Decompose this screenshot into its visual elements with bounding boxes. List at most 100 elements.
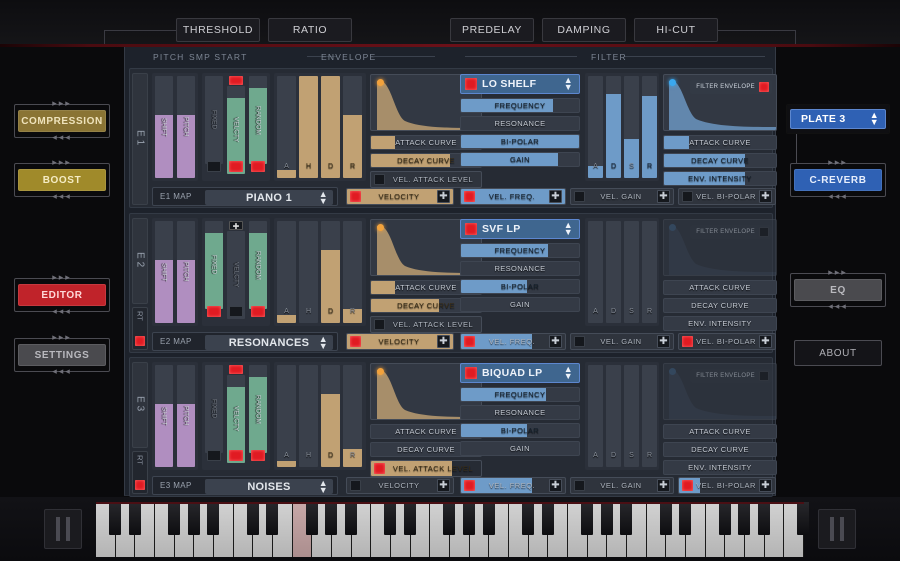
- keyboard-range-right-icon[interactable]: [818, 509, 856, 549]
- pitch-shift-slider-E2[interactable]: SHIFT: [155, 221, 173, 323]
- piano-black-key[interactable]: [325, 502, 338, 535]
- smp-velcty-led-E3[interactable]: [229, 450, 243, 461]
- filter-envelope-toggle-E1[interactable]: FILTER ENVELOPE: [690, 80, 772, 94]
- vel-attack-level-led[interactable]: [374, 319, 385, 330]
- filter-env-a-slider-E1[interactable]: A: [588, 76, 603, 178]
- smp-fixed-led-E3[interactable]: [207, 450, 221, 461]
- smp-random-slider-E1[interactable]: RANDOM: [249, 76, 267, 164]
- map-selector-E3[interactable]: E3 MAP NOISES ▲ ▼: [152, 476, 338, 495]
- vel-bi-polar-toggle-E3-led[interactable]: [682, 480, 693, 491]
- vel-freq-toggle-E3-led[interactable]: [464, 480, 475, 491]
- map-value[interactable]: PIANO 1 ▲ ▼: [205, 189, 333, 205]
- filter-env-intensity-E2[interactable]: ENV. INTENSITY: [663, 316, 777, 331]
- smp-fixed-led-E2[interactable]: [207, 306, 221, 317]
- filter-envelope-handle-E2[interactable]: [669, 224, 676, 231]
- smp-velcty-top-toggle-E1[interactable]: [229, 76, 243, 85]
- filter-env-a-slider-E2[interactable]: A: [588, 221, 603, 323]
- vel-gain-toggle-E1[interactable]: VEL. GAIN ✚: [570, 188, 674, 205]
- filter-attack-curve-E2[interactable]: ATTACK CURVE: [663, 280, 777, 295]
- smp-fixed-slider-E1[interactable]: FIXED: [205, 76, 223, 164]
- amp-env-h-slider-E3[interactable]: H: [299, 365, 318, 467]
- toolbar-button-threshold[interactable]: THRESHOLD: [176, 18, 260, 42]
- velocity-toggle-E1-modulation-icon[interactable]: ✚: [437, 190, 450, 203]
- amp-envelope-handle-E3[interactable]: [377, 368, 384, 375]
- filter-envelope-toggle-led[interactable]: [759, 371, 769, 381]
- vel-gain-toggle-E2-led[interactable]: [574, 336, 585, 347]
- smp-velcty-top-toggle-E3[interactable]: [229, 365, 243, 374]
- filter-env-d-slider-E3[interactable]: D: [606, 365, 621, 467]
- preset-selector[interactable]: PLATE 3 ▲ ▼: [790, 109, 886, 129]
- filter-envelope-toggle-E2[interactable]: FILTER ENVELOPE: [690, 225, 772, 239]
- vel-bi-polar-toggle-E3[interactable]: VEL. BI-POLAR ✚: [678, 477, 776, 494]
- pitch-shift-slider-E3[interactable]: SHIFT: [155, 365, 173, 467]
- filter-envelope-display-E3[interactable]: FILTER ENVELOPE: [663, 363, 777, 420]
- vel-attack-level-E2[interactable]: VEL. ATTACK LEVEL: [370, 316, 482, 333]
- piano-black-key[interactable]: [167, 502, 181, 535]
- piano-black-key[interactable]: [482, 502, 495, 535]
- vel-bi-polar-toggle-E1[interactable]: VEL. BI-POLAR ✚: [678, 188, 776, 205]
- vel-attack-level-E1[interactable]: VEL. ATTACK LEVEL: [370, 171, 482, 188]
- filter-envelope-handle-E3[interactable]: [669, 368, 676, 375]
- filter-decay-curve-E1[interactable]: DECAY CURVE: [663, 153, 777, 168]
- amp-env-d-slider-E3[interactable]: D: [321, 365, 340, 467]
- filter-envelope-display-E2[interactable]: FILTER ENVELOPE: [663, 219, 777, 276]
- filter-env-a-slider-E3[interactable]: A: [588, 365, 603, 467]
- filter-env-r-slider-E3[interactable]: R: [642, 365, 657, 467]
- amp-env-r-slider-E3[interactable]: R: [343, 365, 362, 467]
- piano-black-key[interactable]: [246, 502, 259, 535]
- pitch-pitch-slider-E1[interactable]: PITCH: [177, 76, 195, 178]
- velocity-toggle-E2[interactable]: VELOCITY ✚: [346, 333, 454, 350]
- filter-attack-curve-E3[interactable]: ATTACK CURVE: [663, 424, 777, 439]
- amp-env-d-slider-E2[interactable]: D: [321, 221, 340, 323]
- amp-env-a-slider-E2[interactable]: A: [277, 221, 296, 323]
- vel-attack-level-led[interactable]: [374, 174, 385, 185]
- vel-freq-toggle-E3[interactable]: VEL. FREQ. ✚: [460, 477, 566, 494]
- vel-gain-toggle-E2[interactable]: VEL. GAIN ✚: [570, 333, 674, 350]
- piano-black-key[interactable]: [384, 502, 397, 535]
- smp-fixed-slider-E2[interactable]: FIXED: [205, 221, 223, 309]
- piano-black-key[interactable]: [128, 502, 141, 535]
- smp-velcty-led-E1[interactable]: [229, 161, 243, 172]
- piano-black-key[interactable]: [187, 502, 200, 535]
- smp-fixed-slider-E3[interactable]: FIXED: [205, 365, 223, 453]
- sidebar-item-settings[interactable]: SETTINGS: [18, 344, 106, 366]
- vel-bi-polar-toggle-E2-led[interactable]: [682, 336, 693, 347]
- filter-attack-curve-E1[interactable]: ATTACK CURVE: [663, 135, 777, 150]
- filter-decay-curve-E2[interactable]: DECAY CURVE: [663, 298, 777, 313]
- filter-bi-polar-E2[interactable]: BI-POLAR: [460, 279, 580, 294]
- sidebar-item-eq[interactable]: EQ: [794, 279, 882, 301]
- filter-env-s-slider-E1[interactable]: S: [624, 76, 639, 178]
- filter-envelope-toggle-led[interactable]: [759, 227, 769, 237]
- piano-black-key[interactable]: [541, 502, 554, 535]
- map-selector-E2[interactable]: E2 MAP RESONANCES ▲ ▼: [152, 332, 338, 351]
- amp-env-h-slider-E1[interactable]: H: [299, 76, 318, 178]
- map-selector-E1[interactable]: E1 MAP PIANO 1 ▲ ▼: [152, 187, 338, 206]
- piano-black-key[interactable]: [344, 502, 358, 535]
- amp-env-a-slider-E3[interactable]: A: [277, 365, 296, 467]
- smp-velcty-top-toggle-E2[interactable]: ✚: [229, 221, 243, 231]
- velocity-toggle-E1[interactable]: VELOCITY ✚: [346, 188, 454, 205]
- smp-velcty-led-E2[interactable]: [229, 306, 243, 317]
- vel-freq-toggle-E1-led[interactable]: [464, 191, 475, 202]
- pitch-pitch-slider-E3[interactable]: PITCH: [177, 365, 195, 467]
- filter-env-d-slider-E2[interactable]: D: [606, 221, 621, 323]
- filter-type-selector-E3[interactable]: BIQUAD LP ▲ ▼: [460, 363, 580, 383]
- vel-freq-toggle-E1-modulation-icon[interactable]: ✚: [549, 190, 562, 203]
- velocity-toggle-E2-modulation-icon[interactable]: ✚: [437, 335, 450, 348]
- piano-black-key[interactable]: [620, 502, 633, 535]
- smp-fixed-led-E1[interactable]: [207, 161, 221, 172]
- filter-type-led[interactable]: [465, 367, 477, 379]
- filter-env-r-slider-E1[interactable]: R: [642, 76, 657, 178]
- filter-env-intensity-E1[interactable]: ENV. INTENSITY: [663, 171, 777, 186]
- amp-env-a-slider-E1[interactable]: A: [277, 76, 296, 178]
- vel-freq-toggle-E2-modulation-icon[interactable]: ✚: [549, 335, 562, 348]
- piano-black-key[interactable]: [797, 502, 810, 535]
- filter-envelope-toggle-led[interactable]: [759, 82, 769, 92]
- filter-envelope-toggle-E3[interactable]: FILTER ENVELOPE: [690, 369, 772, 383]
- amp-env-d-slider-E1[interactable]: D: [321, 76, 340, 178]
- filter-type-led[interactable]: [465, 78, 477, 90]
- filter-env-r-slider-E2[interactable]: R: [642, 221, 657, 323]
- filter-frequency-E3[interactable]: FREQUENCY: [460, 387, 580, 402]
- velocity-toggle-E3-led[interactable]: [350, 480, 361, 491]
- piano-black-key[interactable]: [207, 502, 220, 535]
